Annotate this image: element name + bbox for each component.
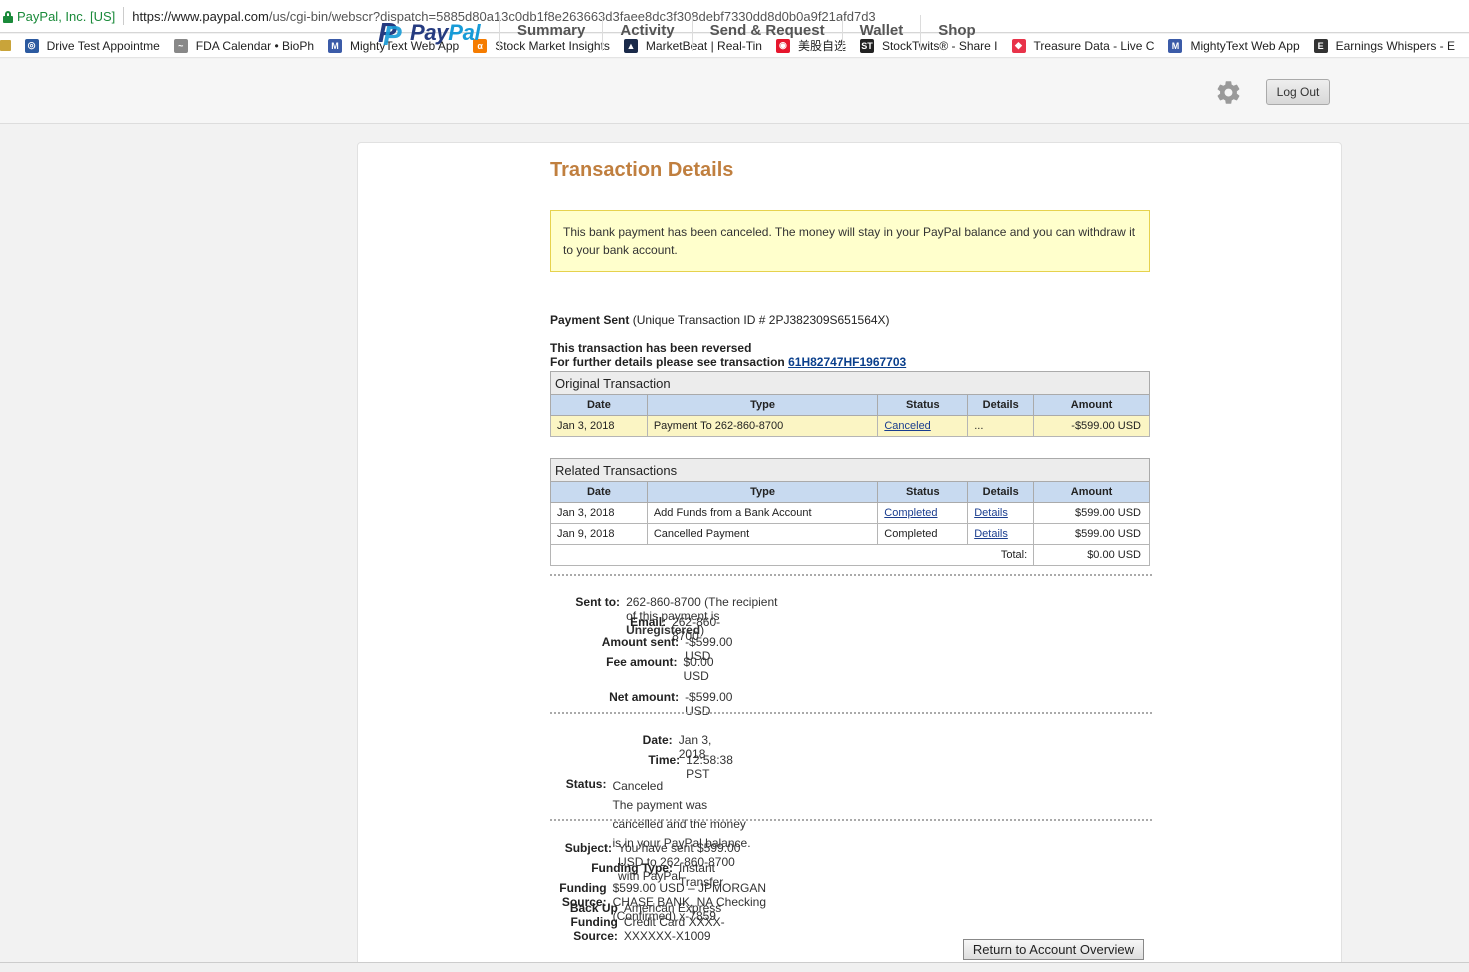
logo-pal: Pal [448,20,481,45]
col-amount: Amount [1033,481,1150,503]
bookmark-label: Earnings Whispers - E [1335,38,1455,53]
row-amount: -$599.00 USD [1033,415,1150,437]
col-date: Date [550,394,648,416]
bookmark-item[interactable]: M MightyText Web App [1168,38,1300,53]
col-date: Date [550,481,648,503]
row-amount: $599.00 USD [1033,523,1150,545]
nav-shop[interactable]: Shop [920,15,993,51]
row-type: Add Funds from a Bank Account [646,502,879,524]
url-host: https://www.paypal.com [132,8,269,24]
table-row: Jan 3, 2018 Payment To 262-860-8700 Canc… [550,415,1150,437]
status-text: Canceled [612,779,664,793]
nav-send-request[interactable]: Send & Request [691,15,842,51]
row-status-link[interactable]: Completed [884,507,937,519]
payment-sent-label: Payment Sent [550,313,630,327]
reversed-line: This transaction has been reversed [550,341,752,355]
row-status-link[interactable]: Canceled [884,420,930,432]
total-label: Total: [549,544,1035,566]
table-row: Jan 3, 2018 Add Funds from a Bank Accoun… [550,502,1150,524]
col-status: Status [877,481,969,503]
page-title: Transaction Details [550,159,734,181]
cancel-notice: This bank payment has been canceled. The… [550,210,1150,272]
return-to-overview-button[interactable]: Return to Account Overview [963,939,1144,960]
ew-icon: E [1313,38,1328,53]
row-amount: $599.00 USD [1033,502,1150,524]
bookmark-label: Treasure Data - Live C [1033,38,1155,53]
gem-icon: ◆ [1011,38,1026,53]
bookmark-item[interactable]: ~ FDA Calendar • BioPh [173,38,315,53]
nav-wallet[interactable]: Wallet [841,15,921,51]
mightytext-icon: M [1168,38,1183,53]
nav-summary[interactable]: Summary [499,15,602,51]
row-type: Cancelled Payment [646,523,879,545]
lock-icon [3,10,13,23]
chart-icon: ~ [173,38,188,53]
original-transaction-caption: Original Transaction [550,371,1150,395]
gear-icon[interactable] [1215,79,1242,106]
bookmark-item[interactable]: E Earnings Whispers - E [1313,38,1455,53]
row-details: ... [967,415,1035,437]
divider [550,574,1152,576]
bookmark-item[interactable]: ◆ Treasure Data - Live C [1011,38,1155,53]
site-identity[interactable]: PayPal, Inc. [US] [17,9,115,24]
bookmark-label: FDA Calendar • BioPh [195,38,315,53]
reversed-notice: This transaction has been reversed For f… [550,341,906,369]
row-status: Completed [877,523,969,545]
col-amount: Amount [1033,394,1150,416]
col-type: Type [646,481,879,503]
reversal-transaction-link[interactable]: 61H82747HF1967703 [788,355,906,369]
paypal-logo[interactable]: PP PayPal [378,17,481,51]
divider [550,819,1152,821]
row-date: Jan 9, 2018 [550,523,648,545]
col-type: Type [646,394,879,416]
row-details-link[interactable]: Details [974,528,1008,540]
mightytext-icon: M [328,38,343,53]
total-row: Total: $0.00 USD [549,544,1150,566]
paypal-p-icon: PP [378,17,402,51]
related-transactions-table: Related Transactions Date Type Status De… [549,458,1150,566]
transaction-id: (Unique Transaction ID # 2PJ382309S65156… [632,313,890,327]
row-details-link[interactable]: Details [974,507,1008,519]
row-date: Jan 3, 2018 [550,502,648,524]
backup-funding-label: Back Up Funding Source: [569,901,618,943]
logout-button[interactable]: Log Out [1266,79,1330,105]
total-amount: $0.00 USD [1033,544,1150,566]
bookmark-label: Drive Test Appointme [46,38,160,53]
reversed-details-text: For further details please see transacti… [550,355,785,369]
separator [123,7,125,25]
fee-label: Fee amount: [606,655,678,669]
paypal-header [0,59,1469,124]
folder-icon[interactable] [0,40,11,51]
col-status: Status [877,394,969,416]
col-details: Details [967,394,1035,416]
nav-activity[interactable]: Activity [602,15,691,51]
payment-sent-line: Payment Sent (Unique Transaction ID # 2P… [550,313,890,327]
backup-funding-value: American Express Credit Card XXXX-XXXXXX… [623,901,725,943]
fee-value: $0.00 USD [683,655,714,683]
logo-pay: Pay [410,20,449,45]
main-nav: Summary Activity Send & Request Wallet S… [499,15,993,51]
col-details: Details [967,481,1035,503]
row-type: Payment To 262-860-8700 [646,415,879,437]
status-strip [0,962,1469,972]
table-row: Jan 9, 2018 Cancelled Payment Completed … [550,523,1150,545]
bookmark-label: MightyText Web App [1190,38,1300,53]
globe-icon: ◎ [24,38,39,53]
bookmark-item[interactable]: ◎ Drive Test Appointme [24,38,160,53]
row-date: Jan 3, 2018 [550,415,648,437]
related-transactions-caption: Related Transactions [550,458,1150,482]
original-transaction-table: Original Transaction Date Type Status De… [550,371,1150,437]
divider [550,712,1152,714]
